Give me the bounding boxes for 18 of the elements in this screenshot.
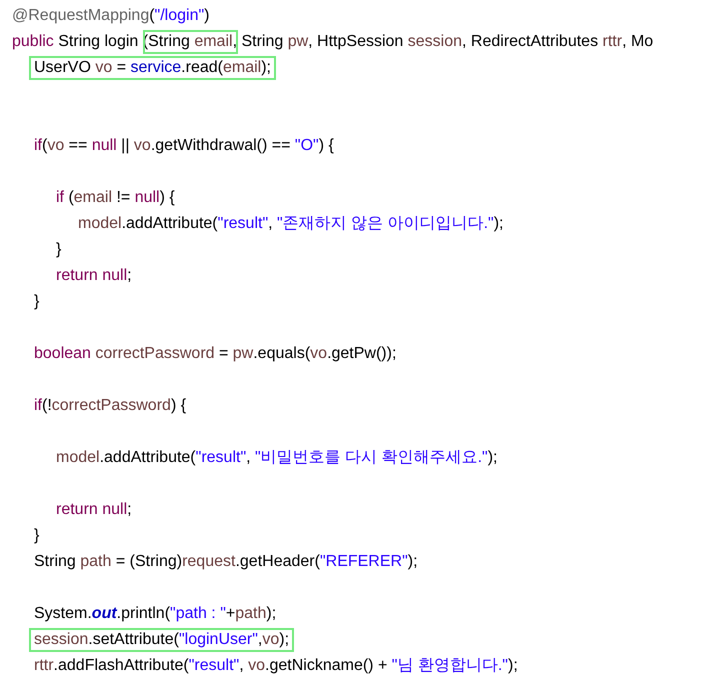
code-line: return null; [56, 501, 132, 518]
code-line: return null; [56, 267, 132, 284]
code-line: if(!correctPassword) { [34, 397, 186, 414]
code-line: , String pw, HttpSession session, RedirectAttributes rttr, Mo [232, 33, 654, 50]
code-line: model.addAttribute("result", "존재하지 않은 아이디입니다."); [78, 215, 504, 232]
code-line: if (email != null) { [56, 189, 175, 206]
highlighted-code: UserVO vo = service.read(email); [29, 56, 276, 80]
code-line: boolean correctPassword = pw.equals(vo.getPw()); [34, 345, 396, 362]
code-line: model.addAttribute("result", "비밀번호를 다시 확인해주세요."); [56, 449, 498, 466]
code-line: } [34, 527, 40, 544]
code-line: if(vo == null || vo.getWithdrawal() == "O") { [34, 137, 334, 154]
code-line: System.out.println("path : "+path); [34, 605, 276, 622]
code-line: } [56, 241, 62, 258]
code-line: rttr.addFlashAttribute("result", vo.getNickname() + "님 환영합니다."); [34, 657, 518, 674]
code-line: @RequestMapping("/login") [12, 7, 210, 24]
code-line: } [34, 293, 40, 310]
code-line: String path = (String)request.getHeader("REFERER"); [34, 553, 418, 570]
highlighted-code: session.setAttribute("loginUser",vo); [29, 628, 294, 652]
